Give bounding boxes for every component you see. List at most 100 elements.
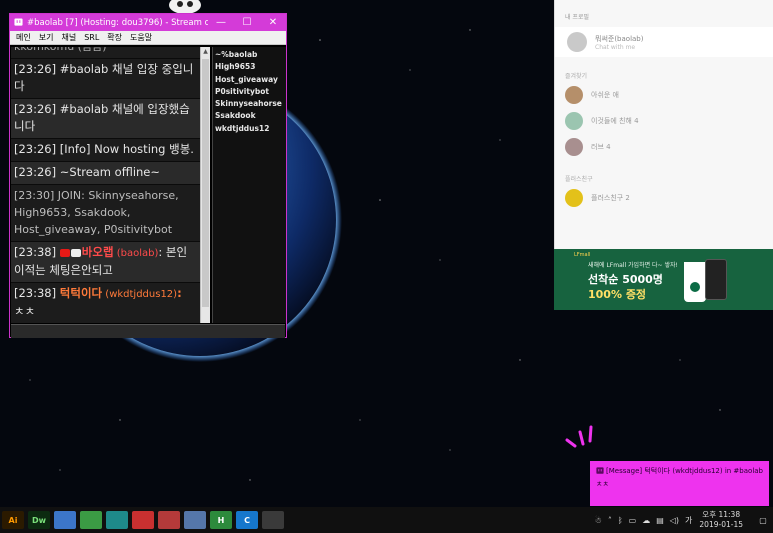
menu-main[interactable]: 메인 [16,32,31,43]
taskbar: Ai Dw H C ☃ ˄ ᛒ ▭ ☁ ▤ ◁) 가 오후 11:38 2019-01… [0,507,773,533]
chat-window[interactable]: #baolab [7] (Hosting: dou3796) - Stream … [9,13,287,338]
bluetooth-icon[interactable]: ᛒ [618,516,623,525]
menu-srl[interactable]: SRL [84,33,99,42]
taskbar-illustrator-icon[interactable]: Ai [2,511,24,529]
chat-message: [23:26] ~Stream offline~ [11,162,200,185]
minimize-button[interactable]: — [208,14,234,31]
chatterino-icon [596,467,604,474]
menu-view[interactable]: 보기 [39,32,54,43]
clock-time: 오후 11:38 [702,510,741,519]
ime-indicator[interactable]: 가 [685,515,692,526]
messenger-panel: 내 프로필 뭐써준(baolab) Chat with me 즐겨찾기 아쉬운 … [554,0,773,249]
ad-headline: 선착순 5000명 [588,273,663,286]
friend-name: 플러스친구 2 [591,194,630,202]
coffee-cup-icon [684,262,706,302]
favorites-label: 즐겨찾기 [565,73,588,80]
menu-bar: 메인 보기 채널 SRL 확장 도움말 [10,31,286,45]
message-time: [23:38] [14,245,60,259]
friend-item[interactable]: 러브 4 [555,134,773,160]
friend-item[interactable]: 이것들에 친해 4 [555,108,773,134]
ad-brand: LFmall [574,252,591,258]
taskbar-app-blue-icon[interactable] [54,511,76,529]
maximize-button[interactable]: ☐ [234,14,260,31]
menu-extensions[interactable]: 확장 [107,32,122,43]
avatar [565,112,583,130]
chevron-up-icon[interactable]: ˄ [608,516,612,525]
message-text: ㅊㅊ [14,304,36,318]
user-list-item[interactable]: Ssakdook [215,110,284,122]
notification-toast[interactable]: [Message] 턱턱이다 (wkdtjddus12) in #baolab … [590,461,769,506]
broadcaster-badge-icon [59,248,70,257]
friend-name: 러브 4 [591,143,611,151]
volume-icon[interactable]: ◁) [670,516,679,525]
taskbar-app-x-icon[interactable] [262,511,284,529]
network-icon[interactable]: ▤ [656,516,664,525]
notification-body: ㅊㅊ [596,480,609,488]
panel-header: 내 프로필 [565,14,589,21]
username[interactable]: 바오랩 [82,245,114,259]
ad-text: 새해에 LFmall 가입하면 다~ 쌓자! [588,262,678,269]
chat-titlebar[interactable]: #baolab [7] (Hosting: dou3796) - Stream … [10,14,286,31]
menu-channel[interactable]: 채널 [61,32,76,43]
avatar [565,189,583,207]
user-list-item[interactable]: P0sitivitybot [215,86,284,98]
system-tray: ☃ ˄ ᛒ ▭ ☁ ▤ ◁) 가 오후 11:38 2019-01-15 ▢ [592,507,773,533]
avatar [565,138,583,156]
plus-friends-label: 플러스친구 [565,176,593,183]
user-list: ~%baolab High9653 Host_giveaway P0sitivi… [212,47,286,323]
taskbar-app-teal-icon[interactable] [106,511,128,529]
user-login: (wkdtjddus12) [102,289,178,300]
window-title: #baolab [7] (Hosting: dou3796) - Stream … [27,17,208,28]
ad-subheadline: 100% 증정 [588,288,647,301]
chat-message: [23:26] #baolab 채널 입장 중입니다 [11,59,200,99]
friend-item[interactable]: 플러스친구 2 [555,185,773,211]
my-status: Chat with me [595,43,636,51]
user-list-item[interactable]: ~%baolab [215,49,284,61]
scroll-thumb[interactable] [202,59,209,307]
taskbar-dreamweaver-icon[interactable]: Dw [28,511,50,529]
taskbar-app-h-icon[interactable]: H [210,511,232,529]
friend-item[interactable]: 아쉬운 애 [555,82,773,108]
taskbar-app-c-icon[interactable]: C [236,511,258,529]
menu-help[interactable]: 도움말 [130,32,152,43]
taskbar-apps: Ai Dw H C [0,511,286,529]
friend-name: 아쉬운 애 [591,91,619,99]
user-list-item[interactable]: wkdtjddus12 [215,123,284,135]
message-colon: : [177,286,182,300]
taskbar-app-gem-icon[interactable] [158,511,180,529]
people-icon[interactable]: ☃ [595,516,602,525]
chat-message: [23:26] [Info] Now hosting 뱅봉. [11,139,200,162]
bot-badge-icon [70,248,81,257]
phone-icon [705,259,727,300]
chat-message: kkomkomu (꼼꼼) [11,47,200,59]
taskbar-app-gear-icon[interactable] [184,511,206,529]
my-name: 뭐써준(baolab) [595,34,644,43]
clock-date: 2019-01-15 [699,520,743,529]
my-profile[interactable]: 뭐써준(baolab) Chat with me [555,27,773,57]
battery-icon[interactable]: ▭ [629,516,637,525]
chat-input[interactable] [11,324,285,338]
close-button[interactable]: ✕ [260,14,286,31]
avatar [565,86,583,104]
scroll-up-icon[interactable]: ▲ [201,47,210,57]
ad-banner[interactable]: LFmall 새해에 LFmall 가입하면 다~ 쌓자! 선착순 5000명 … [554,249,773,310]
notification-flair-icon [565,425,593,448]
chat-scrollbar[interactable]: ▲ [200,47,210,323]
clock[interactable]: 오후 11:38 2019-01-15 [699,510,743,530]
notification-title: [Message] 턱턱이다 (wkdtjddus12) in #baolab [606,467,763,475]
user-list-item[interactable]: Skinnyseahorse [215,98,284,110]
taskbar-app-red-icon[interactable] [132,511,154,529]
user-list-item[interactable]: Host_giveaway [215,74,284,86]
taskbar-app-green-icon[interactable] [80,511,102,529]
chatterino-icon [14,18,23,26]
chat-log[interactable]: kkomkomu (꼼꼼) [23:26] #baolab 채널 입장 중입니다… [11,47,200,323]
chat-message: [23:38] 바오랩 (baolab): 본인 이적는 체팅은안되고 [11,242,200,283]
chat-message: [23:30] JOIN: Skinnyseahorse, High9653, … [11,185,200,242]
cloud-icon[interactable]: ☁ [642,516,650,525]
user-list-item[interactable]: High9653 [215,61,284,73]
action-center-icon[interactable]: ▢ [756,516,770,525]
chat-message: [23:38] 턱턱이다 (wkdtjddus12): ㅊㅊ [11,283,200,323]
user-login: (baolab) [113,248,159,259]
username[interactable]: 턱턱이다 [60,286,102,300]
message-time: [23:38] [14,286,60,300]
